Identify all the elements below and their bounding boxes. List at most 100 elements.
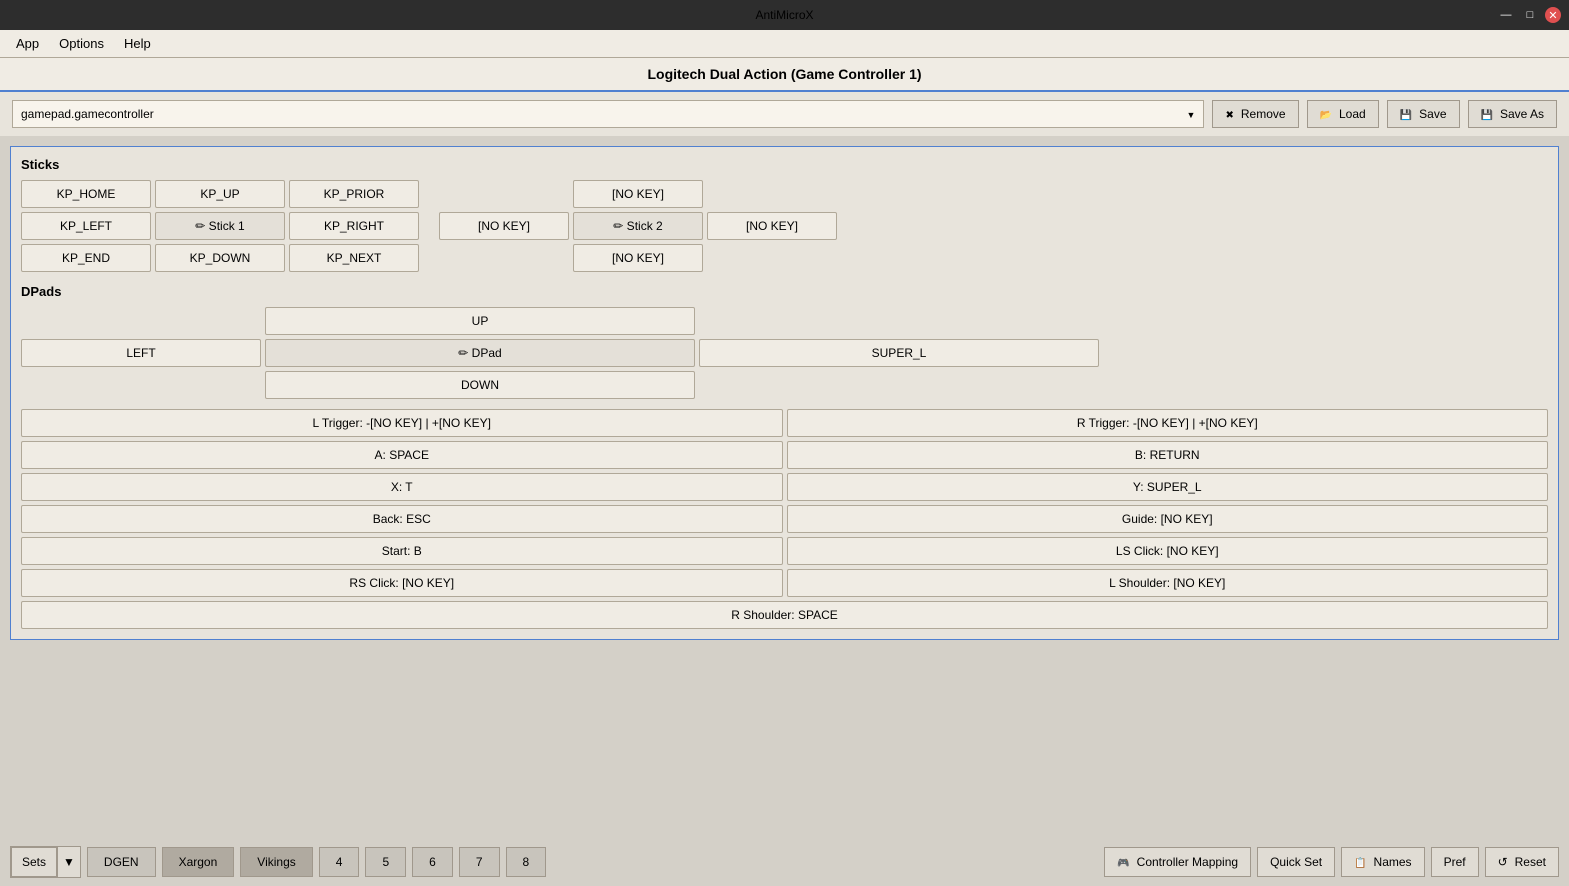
tab-6[interactable]: 6 <box>412 847 453 877</box>
profile-dropdown-arrow <box>1187 107 1196 121</box>
remove-button[interactable]: Remove <box>1212 100 1298 128</box>
profile-value: gamepad.gamecontroller <box>21 107 154 121</box>
load-button[interactable]: Load <box>1307 100 1379 128</box>
stick2-center[interactable]: ✏ Stick 2 <box>573 212 703 240</box>
b-btn[interactable]: B: RETURN <box>787 441 1549 469</box>
tab-8[interactable]: 8 <box>506 847 547 877</box>
rs-click-btn[interactable]: RS Click: [NO KEY] <box>21 569 783 597</box>
tab-5[interactable]: 5 <box>365 847 406 877</box>
save-as-icon <box>1481 107 1496 121</box>
bottom-toolbar: Sets ▼ DGEN Xargon Vikings 4 5 6 7 8 Con… <box>0 838 1569 886</box>
dpad-center[interactable]: ✏ DPad <box>265 339 695 367</box>
stick2-nokey-left[interactable]: [NO KEY] <box>439 212 569 240</box>
tab-4[interactable]: 4 <box>319 847 360 877</box>
menu-app[interactable]: App <box>8 33 47 54</box>
names-button[interactable]: Names <box>1341 847 1424 877</box>
sticks-row: KP_HOME KP_UP KP_PRIOR KP_LEFT ✏ Stick 1… <box>21 180 1548 272</box>
controller-header: Logitech Dual Action (Game Controller 1) <box>0 58 1569 92</box>
stick1-down[interactable]: KP_DOWN <box>155 244 285 272</box>
start-ls-row: Start: B LS Click: [NO KEY] <box>21 537 1548 565</box>
quick-set-button[interactable]: Quick Set <box>1257 847 1335 877</box>
dpads-area: DPads LEFT UP ✏ DPad DOWN SUPER_L <box>21 284 1548 399</box>
tab-7[interactable]: 7 <box>459 847 500 877</box>
profile-select[interactable]: gamepad.gamecontroller <box>12 100 1204 128</box>
sets-group: Sets ▼ <box>10 846 81 878</box>
stick1-prior[interactable]: KP_PRIOR <box>289 180 419 208</box>
button-rows: L Trigger: -[NO KEY] | +[NO KEY] R Trigg… <box>21 409 1548 629</box>
load-icon <box>1320 107 1335 121</box>
sticks-area: Sticks KP_HOME KP_UP KP_PRIOR KP_LEFT ✏ … <box>21 157 1548 272</box>
tab-dgen[interactable]: DGEN <box>87 847 156 877</box>
dpad-center-col: UP ✏ DPad DOWN <box>265 307 695 399</box>
sets-button[interactable]: Sets <box>11 847 57 877</box>
tab-vikings[interactable]: Vikings <box>240 847 312 877</box>
tab-xargon[interactable]: Xargon <box>162 847 235 877</box>
sets-dropdown-arrow[interactable]: ▼ <box>57 847 80 877</box>
mappings-panel: Sticks KP_HOME KP_UP KP_PRIOR KP_LEFT ✏ … <box>10 146 1559 640</box>
stick1-right[interactable]: KP_RIGHT <box>289 212 419 240</box>
x-btn[interactable]: X: T <box>21 473 783 501</box>
reset-button[interactable]: Reset <box>1485 847 1559 877</box>
controller-mapping-icon <box>1117 855 1132 869</box>
titlebar-controls: — □ ✕ <box>1497 6 1561 24</box>
save-label: Save <box>1419 107 1446 121</box>
controller-mapping-button[interactable]: Controller Mapping <box>1104 847 1251 877</box>
stick2-nokey-right[interactable]: [NO KEY] <box>707 212 837 240</box>
close-button[interactable]: ✕ <box>1545 7 1561 23</box>
rshoulder-row: R Shoulder: SPACE <box>21 601 1548 629</box>
remove-icon <box>1225 107 1236 121</box>
sticks-label: Sticks <box>21 157 1548 172</box>
menu-options[interactable]: Options <box>51 33 112 54</box>
titlebar: AntiMicroX — □ ✕ <box>0 0 1569 30</box>
a-btn[interactable]: A: SPACE <box>21 441 783 469</box>
names-icon <box>1354 855 1369 869</box>
dpad-right[interactable]: SUPER_L <box>699 339 1099 367</box>
stick1-up[interactable]: KP_UP <box>155 180 285 208</box>
stick1-next[interactable]: KP_NEXT <box>289 244 419 272</box>
minimize-button[interactable]: — <box>1497 6 1515 24</box>
l-shoulder-btn[interactable]: L Shoulder: [NO KEY] <box>787 569 1549 597</box>
save-button[interactable]: Save <box>1387 100 1460 128</box>
menu-help[interactable]: Help <box>116 33 159 54</box>
ab-row: A: SPACE B: RETURN <box>21 441 1548 469</box>
dpad-down[interactable]: DOWN <box>265 371 695 399</box>
right-stick-grid: [NO KEY] [NO KEY] ✏ Stick 2 [NO KEY] [NO… <box>439 180 971 272</box>
stick1-left[interactable]: KP_LEFT <box>21 212 151 240</box>
main-content: Sticks KP_HOME KP_UP KP_PRIOR KP_LEFT ✏ … <box>0 136 1569 838</box>
dpad-up[interactable]: UP <box>265 307 695 335</box>
menubar: App Options Help <box>0 30 1569 58</box>
ls-click-btn[interactable]: LS Click: [NO KEY] <box>787 537 1549 565</box>
rs-lshoulder-row: RS Click: [NO KEY] L Shoulder: [NO KEY] <box>21 569 1548 597</box>
maximize-button[interactable]: □ <box>1521 6 1539 24</box>
controller-title: Logitech Dual Action (Game Controller 1) <box>647 66 921 82</box>
back-guide-row: Back: ESC Guide: [NO KEY] <box>21 505 1548 533</box>
load-label: Load <box>1339 107 1366 121</box>
pref-button[interactable]: Pref <box>1431 847 1479 877</box>
save-icon <box>1400 107 1415 121</box>
start-btn[interactable]: Start: B <box>21 537 783 565</box>
dpads-label: DPads <box>21 284 1548 299</box>
r-shoulder-btn[interactable]: R Shoulder: SPACE <box>21 601 1548 629</box>
titlebar-title: AntiMicroX <box>755 8 813 22</box>
dpads-layout: LEFT UP ✏ DPad DOWN SUPER_L <box>21 307 1548 399</box>
guide-btn[interactable]: Guide: [NO KEY] <box>787 505 1549 533</box>
stick2-nokey-bottom[interactable]: [NO KEY] <box>573 244 703 272</box>
r-trigger-btn[interactable]: R Trigger: -[NO KEY] | +[NO KEY] <box>787 409 1549 437</box>
stick1-home[interactable]: KP_HOME <box>21 180 151 208</box>
l-trigger-btn[interactable]: L Trigger: -[NO KEY] | +[NO KEY] <box>21 409 783 437</box>
remove-label: Remove <box>1241 107 1286 121</box>
dpad-left[interactable]: LEFT <box>21 339 261 367</box>
save-as-button[interactable]: Save As <box>1468 100 1557 128</box>
stick1-end[interactable]: KP_END <box>21 244 151 272</box>
y-btn[interactable]: Y: SUPER_L <box>787 473 1549 501</box>
xy-row: X: T Y: SUPER_L <box>21 473 1548 501</box>
reset-icon <box>1498 855 1511 869</box>
trigger-row: L Trigger: -[NO KEY] | +[NO KEY] R Trigg… <box>21 409 1548 437</box>
save-as-label: Save As <box>1500 107 1544 121</box>
back-btn[interactable]: Back: ESC <box>21 505 783 533</box>
bottom-right: Controller Mapping Quick Set Names Pref … <box>1104 847 1559 877</box>
left-stick-grid: KP_HOME KP_UP KP_PRIOR KP_LEFT ✏ Stick 1… <box>21 180 419 272</box>
profile-row: gamepad.gamecontroller Remove Load Save … <box>0 92 1569 136</box>
stick1-center[interactable]: ✏ Stick 1 <box>155 212 285 240</box>
stick2-nokey-top[interactable]: [NO KEY] <box>573 180 703 208</box>
